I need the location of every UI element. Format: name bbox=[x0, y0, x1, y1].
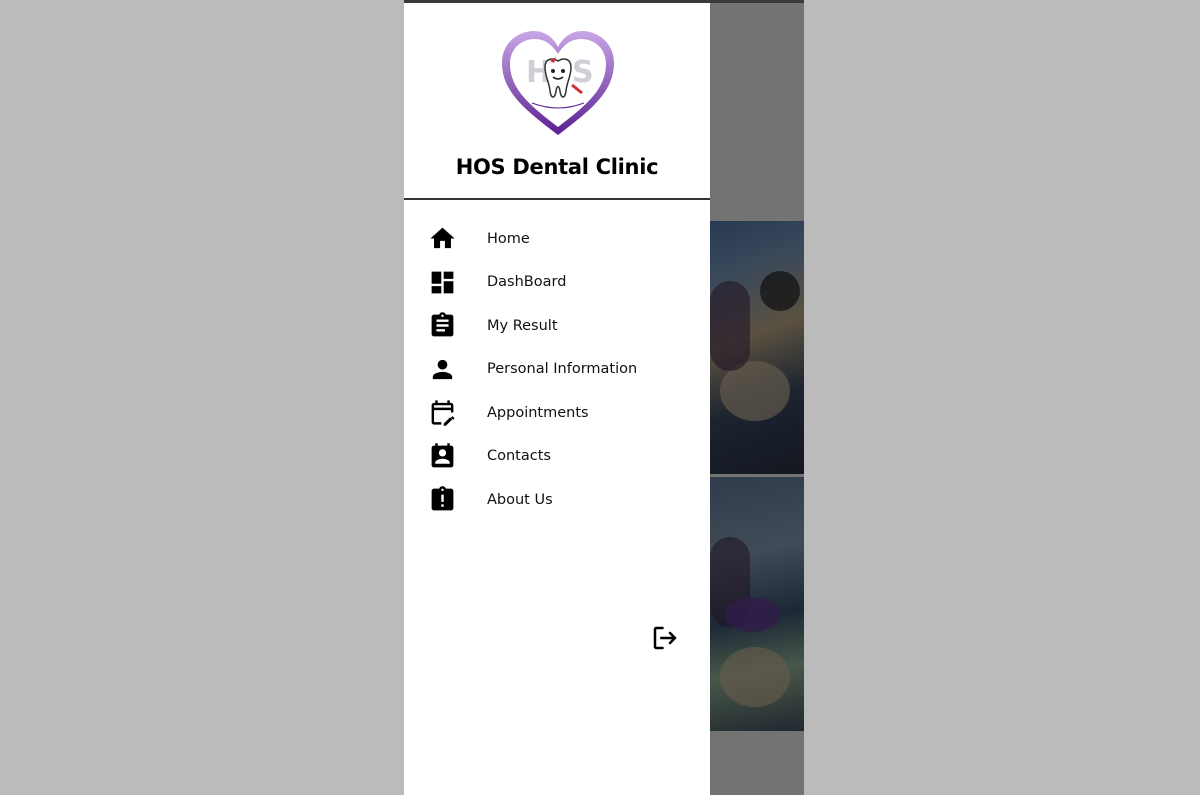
menu-item-label: DashBoard bbox=[487, 274, 567, 291]
clipboard-icon bbox=[428, 311, 457, 340]
menu-item-label: Personal Information bbox=[487, 361, 638, 378]
menu-item-contacts[interactable]: Contacts bbox=[404, 435, 710, 479]
drawer-menu: Home DashBoard My Result Personal Inform… bbox=[404, 217, 710, 522]
logout-icon bbox=[653, 626, 677, 650]
calendar-edit-icon bbox=[428, 398, 457, 427]
menu-item-home[interactable]: Home bbox=[404, 217, 710, 261]
menu-item-label: Contacts bbox=[487, 448, 551, 465]
phone-screen: ngo ntal H bbox=[404, 0, 804, 795]
person-icon bbox=[428, 355, 457, 384]
menu-item-label: My Result bbox=[487, 317, 558, 334]
menu-item-about-us[interactable]: About Us bbox=[404, 478, 710, 522]
contact-icon bbox=[428, 442, 457, 471]
dashboard-icon bbox=[428, 268, 457, 297]
alert-clipboard-icon bbox=[428, 485, 457, 514]
drawer-header: H S HOS Dental Clinic bbox=[404, 3, 710, 200]
home-icon bbox=[428, 224, 457, 253]
svg-text:S: S bbox=[572, 55, 594, 90]
menu-item-appointments[interactable]: Appointments bbox=[404, 391, 710, 435]
tooth-heart-logo: H S bbox=[498, 27, 618, 139]
menu-item-dashboard[interactable]: DashBoard bbox=[404, 261, 710, 305]
navigation-drawer: H S HOS Dental Clinic Home DashBoard My … bbox=[404, 3, 710, 795]
menu-item-label: Home bbox=[487, 230, 530, 247]
logout-button[interactable] bbox=[650, 623, 680, 653]
menu-item-label: About Us bbox=[487, 491, 553, 508]
clinic-name: HOS Dental Clinic bbox=[455, 155, 659, 179]
menu-item-label: Appointments bbox=[487, 404, 589, 421]
menu-item-my-result[interactable]: My Result bbox=[404, 304, 710, 348]
menu-item-personal-information[interactable]: Personal Information bbox=[404, 348, 710, 392]
status-divider bbox=[404, 0, 804, 3]
